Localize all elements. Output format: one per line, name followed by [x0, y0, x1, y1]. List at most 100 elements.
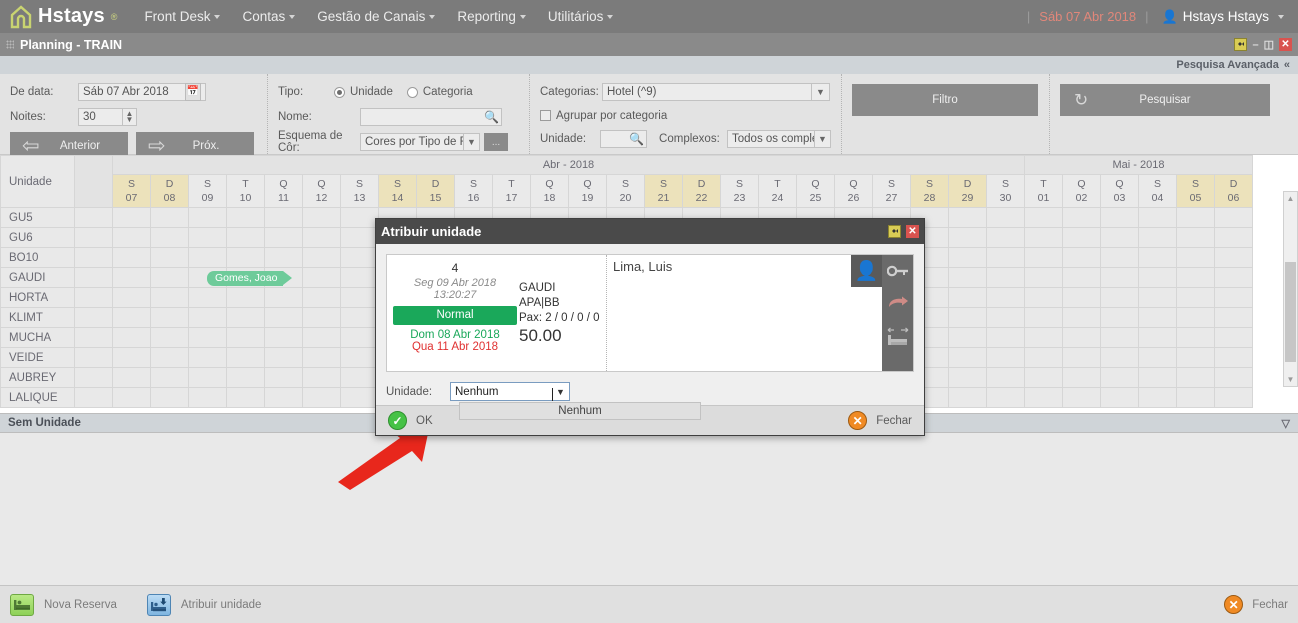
day-cell[interactable] [1177, 348, 1215, 368]
day-cell[interactable] [1101, 368, 1139, 388]
day-cell[interactable] [1139, 308, 1177, 328]
day-header-cell[interactable]: D29 [949, 175, 987, 208]
day-header-cell[interactable]: D06 [1215, 175, 1253, 208]
scroll-up-icon[interactable]: ▲ [1284, 192, 1297, 205]
day-cell[interactable] [949, 268, 987, 288]
day-cell[interactable] [113, 348, 151, 368]
day-cell[interactable] [303, 268, 341, 288]
day-header-cell[interactable]: D22 [683, 175, 721, 208]
fechar-button[interactable]: ✕ Fechar [1224, 595, 1288, 614]
day-cell[interactable] [1025, 208, 1063, 228]
scrollbar-thumb[interactable] [1285, 262, 1296, 362]
complexos-select[interactable]: Todos os complexo ▼ [727, 130, 831, 148]
day-cell[interactable] [949, 288, 987, 308]
day-cell[interactable] [1177, 268, 1215, 288]
day-cell[interactable] [341, 288, 379, 308]
day-header-cell[interactable]: D08 [151, 175, 189, 208]
unit-name[interactable]: BO10 [1, 248, 75, 268]
day-cell[interactable] [1139, 248, 1177, 268]
day-cell[interactable] [265, 228, 303, 248]
noites-input[interactable]: 30 [78, 108, 123, 126]
day-cell[interactable] [949, 308, 987, 328]
day-cell[interactable] [1025, 228, 1063, 248]
day-header-cell[interactable]: Q26 [835, 175, 873, 208]
day-header-cell[interactable]: Q12 [303, 175, 341, 208]
grid-vertical-scrollbar[interactable]: ▲ ▼ [1283, 191, 1298, 387]
day-cell[interactable] [303, 208, 341, 228]
day-cell[interactable] [189, 388, 227, 408]
day-cell[interactable] [151, 388, 189, 408]
day-cell[interactable] [949, 388, 987, 408]
de-data-input[interactable]: Sáb 07 Abr 2018 📅 [78, 83, 206, 101]
day-header-cell[interactable]: Q25 [797, 175, 835, 208]
day-cell[interactable] [227, 208, 265, 228]
day-cell[interactable] [113, 268, 151, 288]
day-cell[interactable] [1215, 208, 1253, 228]
day-cell[interactable] [987, 328, 1025, 348]
day-cell[interactable] [1101, 268, 1139, 288]
day-cell[interactable] [341, 208, 379, 228]
day-cell[interactable] [341, 248, 379, 268]
unit-name[interactable]: MUCHA [1, 328, 75, 348]
guest-name-area[interactable]: Lima, Luis [607, 255, 851, 371]
day-cell[interactable] [303, 288, 341, 308]
dialog-unidade-dropdown-list[interactable]: Nenhum [459, 402, 701, 420]
day-header-cell[interactable]: Q11 [265, 175, 303, 208]
restore-button[interactable]: ◫ [1264, 38, 1274, 51]
day-cell[interactable] [151, 228, 189, 248]
day-cell[interactable] [303, 368, 341, 388]
day-cell[interactable] [987, 268, 1025, 288]
day-cell[interactable] [265, 208, 303, 228]
day-header-cell[interactable]: S23 [721, 175, 759, 208]
chevron-down-icon[interactable]: ▼ [552, 387, 569, 397]
day-cell[interactable] [987, 208, 1025, 228]
close-button[interactable]: ✕ [1279, 38, 1292, 51]
day-cell[interactable] [113, 248, 151, 268]
day-cell[interactable] [949, 208, 987, 228]
day-cell[interactable] [265, 348, 303, 368]
swap-room-icon[interactable] [885, 323, 911, 349]
day-cell[interactable] [1215, 228, 1253, 248]
day-header-cell[interactable]: S04 [1139, 175, 1177, 208]
day-cell[interactable] [1101, 228, 1139, 248]
day-cell[interactable] [227, 228, 265, 248]
day-cell[interactable] [987, 288, 1025, 308]
day-cell[interactable] [303, 348, 341, 368]
day-cell[interactable] [1139, 368, 1177, 388]
day-cell[interactable] [1101, 208, 1139, 228]
day-cell[interactable] [1063, 328, 1101, 348]
day-cell[interactable] [189, 308, 227, 328]
day-cell[interactable] [151, 308, 189, 328]
day-cell[interactable] [341, 328, 379, 348]
day-cell[interactable] [189, 288, 227, 308]
unit-name[interactable]: LALIQUE [1, 388, 75, 408]
day-cell[interactable] [1025, 308, 1063, 328]
nav-item-contas[interactable]: Contas [231, 9, 306, 24]
day-cell[interactable] [227, 368, 265, 388]
unit-name[interactable]: VEIDE [1, 348, 75, 368]
move-arrow-icon[interactable] [885, 291, 911, 315]
ok-button[interactable]: ✓ OK [388, 411, 433, 430]
day-cell[interactable] [1101, 328, 1139, 348]
day-header-cell[interactable]: Q19 [569, 175, 607, 208]
day-cell[interactable] [1215, 348, 1253, 368]
radio-unidade[interactable]: Unidade [334, 86, 393, 98]
day-cell[interactable] [1215, 308, 1253, 328]
day-header-cell[interactable]: S21 [645, 175, 683, 208]
dropdown-option[interactable]: Nenhum [558, 405, 601, 417]
day-cell[interactable] [1063, 228, 1101, 248]
advanced-search-bar[interactable]: Pesquisa Avançada « [0, 56, 1298, 74]
day-cell[interactable] [1139, 328, 1177, 348]
day-cell[interactable] [113, 388, 151, 408]
day-cell[interactable] [1177, 208, 1215, 228]
day-cell[interactable] [987, 228, 1025, 248]
day-cell[interactable] [303, 308, 341, 328]
day-cell[interactable] [1063, 248, 1101, 268]
day-cell[interactable] [113, 208, 151, 228]
day-cell[interactable] [1139, 268, 1177, 288]
day-cell[interactable] [227, 288, 265, 308]
day-cell[interactable] [1063, 388, 1101, 408]
user-menu[interactable]: 👤 Hstays Hstays [1158, 9, 1284, 25]
stepper-down-icon[interactable]: ▼ [126, 117, 134, 123]
day-cell[interactable] [1177, 388, 1215, 408]
